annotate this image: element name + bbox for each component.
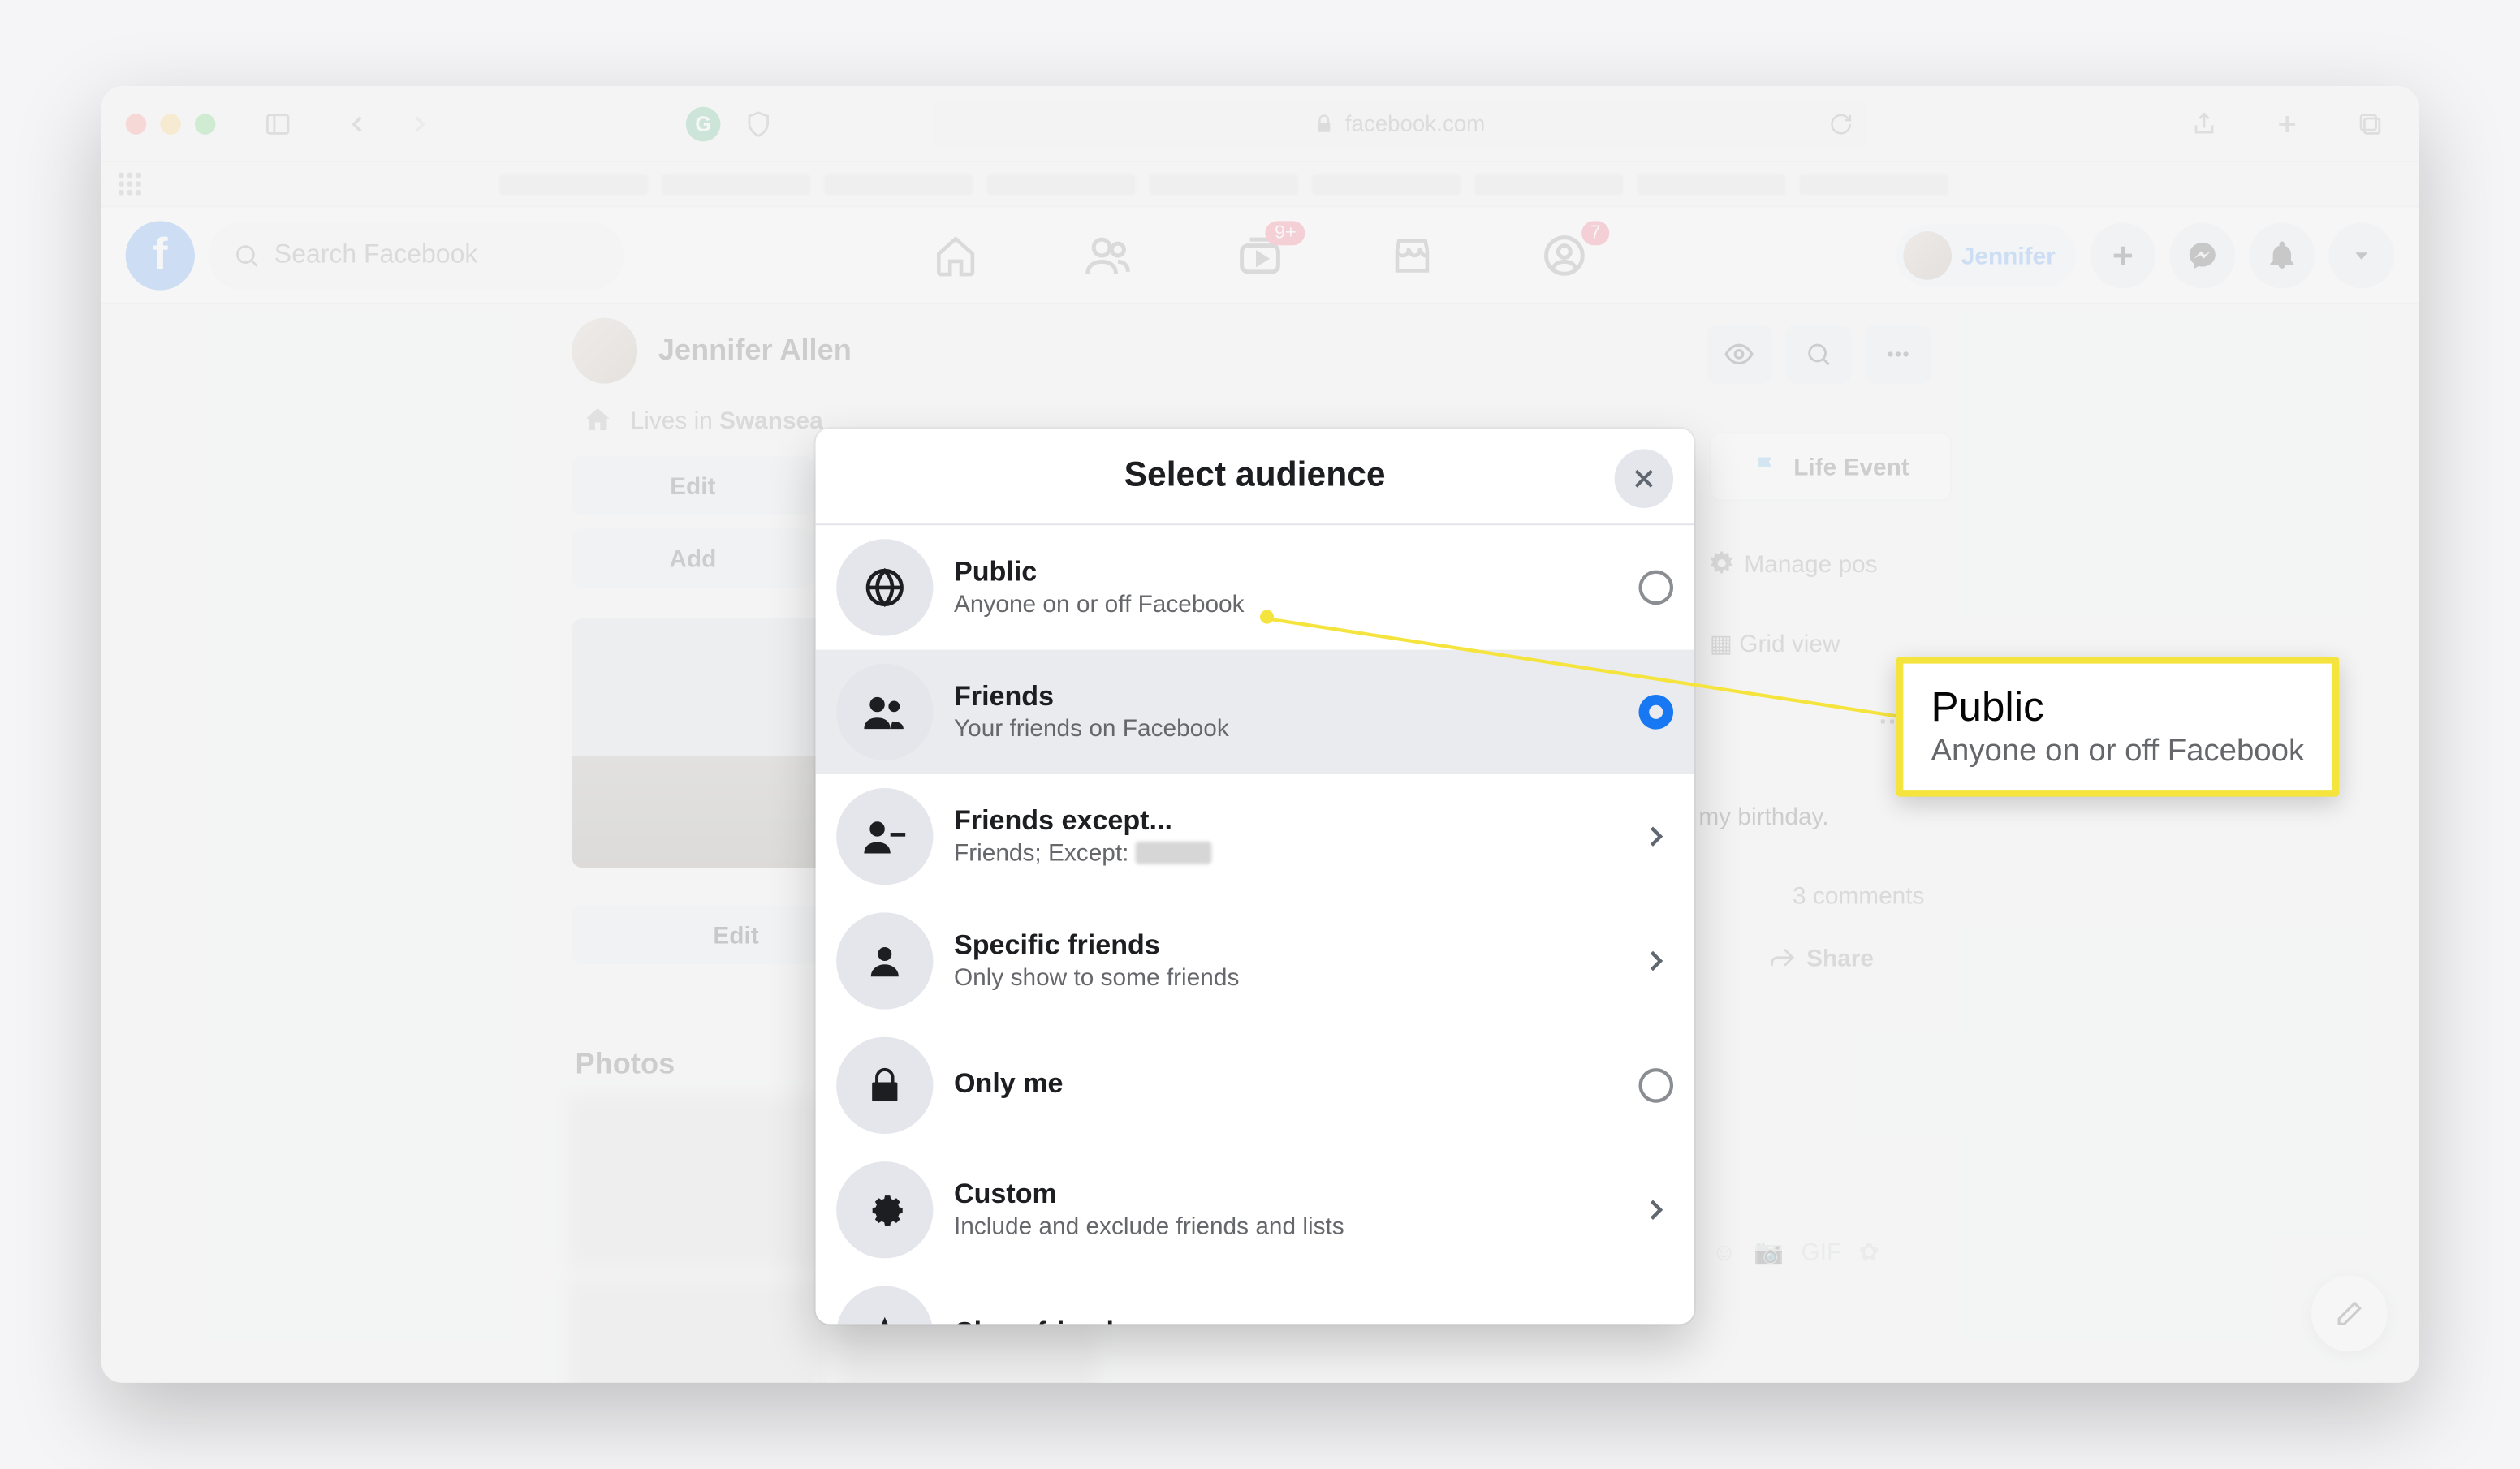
callout-title: Public: [1931, 684, 2304, 733]
audience-option-public[interactable]: PublicAnyone on or off Facebook: [816, 525, 1694, 649]
option-sub: Your friends on Facebook: [954, 713, 1618, 741]
option-title: Friends: [954, 683, 1618, 713]
callout-box: Public Anyone on or off Facebook: [1896, 657, 2339, 797]
close-modal-button[interactable]: [1615, 450, 1673, 508]
audience-option-specific-friends[interactable]: Specific friendsOnly show to some friend…: [816, 898, 1694, 1023]
close-icon: [1629, 463, 1659, 494]
friends-icon: [836, 664, 933, 760]
option-title: Only me: [954, 1070, 1618, 1101]
select-audience-modal: Select audience PublicAnyone on or off F…: [816, 429, 1694, 1324]
friends-except-icon: [836, 788, 933, 885]
star-icon: [836, 1286, 933, 1324]
globe-icon: [836, 539, 933, 635]
audience-options-list: PublicAnyone on or off FacebookFriendsYo…: [816, 525, 1694, 1324]
option-title: Specific friends: [954, 932, 1618, 963]
browser-window: G facebook.com f: [101, 86, 2419, 1383]
option-title: Friends except...: [954, 807, 1618, 838]
lock-icon: [836, 1037, 933, 1134]
option-sub: Anyone on or off Facebook: [954, 589, 1618, 617]
redacted-name: [1136, 841, 1212, 864]
audience-option-friends[interactable]: FriendsYour friends on Facebook: [816, 650, 1694, 774]
audience-option-custom[interactable]: CustomInclude and exclude friends and li…: [816, 1148, 1694, 1272]
gear-icon: [836, 1161, 933, 1258]
audience-option-friends-except-[interactable]: Friends except...Friends; Except:: [816, 774, 1694, 898]
radio-button[interactable]: [1638, 695, 1673, 730]
audience-option-close-friends[interactable]: Close friends: [816, 1272, 1694, 1324]
modal-header: Select audience: [816, 429, 1694, 525]
user-icon: [836, 912, 933, 1009]
callout-anchor: [1260, 610, 1274, 624]
option-sub: Only show to some friends: [954, 963, 1618, 990]
chevron-right-icon: [1638, 1317, 1673, 1325]
radio-button[interactable]: [1638, 571, 1673, 605]
chevron-right-icon: [1638, 1192, 1673, 1227]
callout-sub: Anyone on or off Facebook: [1931, 733, 2304, 769]
option-title: Public: [954, 558, 1618, 589]
option-sub: Friends; Except:: [954, 838, 1618, 866]
option-sub: Include and exclude friends and lists: [954, 1212, 1618, 1239]
option-title: Close friends: [954, 1319, 1618, 1324]
option-title: Custom: [954, 1181, 1618, 1212]
chevron-right-icon: [1638, 944, 1673, 979]
modal-title: Select audience: [1124, 456, 1386, 496]
chevron-right-icon: [1638, 819, 1673, 854]
radio-button[interactable]: [1638, 1068, 1673, 1103]
audience-option-only-me[interactable]: Only me: [816, 1023, 1694, 1148]
